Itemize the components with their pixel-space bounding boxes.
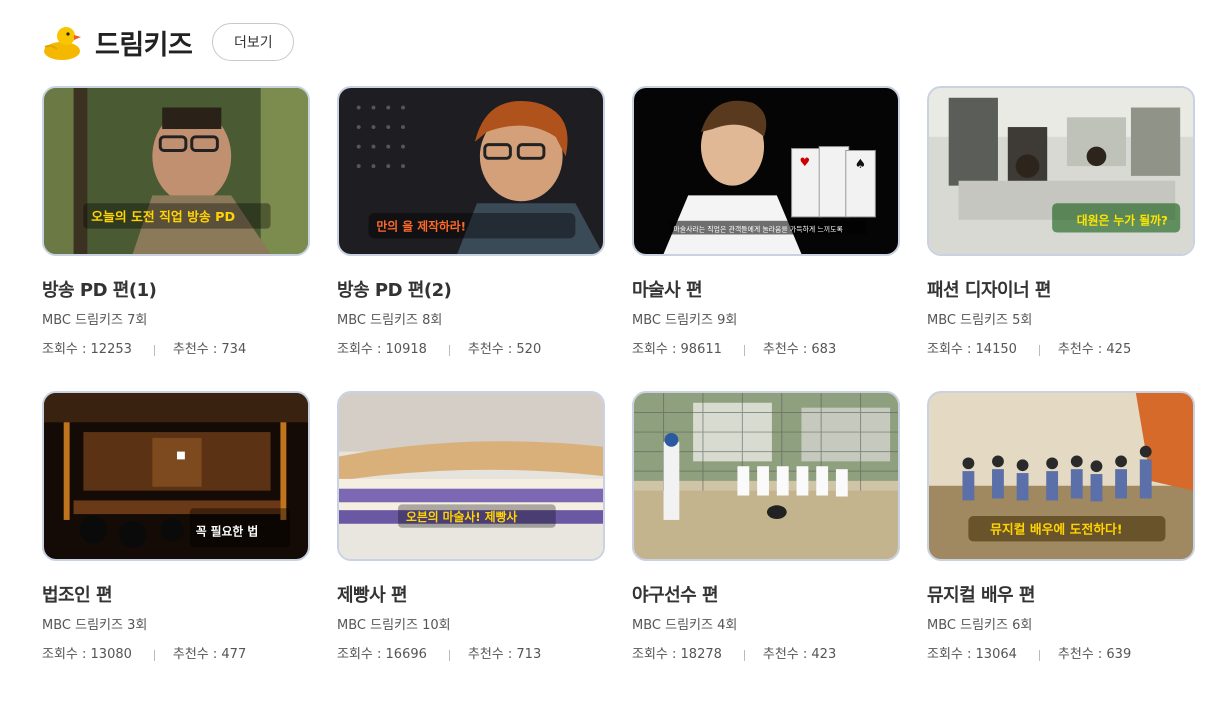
like-count: 추천수 : 734 [172, 342, 247, 357]
video-card[interactable]: 오븐의 마술사! 제빵사 제빵사 편 MBC 드림키즈 10회 조회수 : 16… [337, 391, 605, 666]
view-count: 조회수 : 13064 [927, 647, 1017, 662]
video-episode: MBC 드림키즈 8회 [337, 313, 443, 328]
stat-divider [1038, 344, 1040, 356]
view-count: 조회수 : 10918 [337, 342, 427, 357]
view-count: 조회수 : 14150 [927, 342, 1017, 357]
video-stats: 조회수 : 13080 추천수 : 477 [42, 646, 310, 664]
like-count: 추천수 : 520 [467, 342, 542, 357]
view-count: 조회수 : 18278 [632, 647, 722, 662]
stat-divider [1038, 649, 1040, 661]
video-thumbnail[interactable]: 오븐의 마술사! 제빵사 [337, 391, 605, 561]
thumbnail-caption: 마술사라는 직업은 관객들에게 놀라움을 가득하게 느끼도록 [673, 225, 842, 234]
view-count: 조회수 : 13080 [42, 647, 132, 662]
stat-divider [153, 344, 155, 356]
video-thumbnail[interactable]: 오늘의 도전 직업 방송 PD [42, 86, 310, 256]
like-count: 추천수 : 477 [172, 647, 247, 662]
video-stats: 조회수 : 14150 추천수 : 425 [927, 341, 1195, 359]
video-stats: 조회수 : 10918 추천수 : 520 [337, 341, 605, 359]
more-button[interactable]: 더보기 [212, 23, 295, 61]
video-episode: MBC 드림키즈 9회 [632, 313, 738, 328]
video-stats: 조회수 : 13064 추천수 : 639 [927, 646, 1195, 664]
video-title[interactable]: 방송 PD 편(1) [42, 279, 310, 303]
section-header: 드림키즈 더보기 [41, 22, 295, 62]
stat-divider [743, 344, 745, 356]
video-title[interactable]: 패션 디자이너 편 [927, 279, 1195, 303]
like-count: 추천수 : 425 [1057, 342, 1132, 357]
video-title[interactable]: 야구선수 편 [632, 584, 900, 608]
video-title[interactable]: 뮤지컬 배우 편 [927, 584, 1195, 608]
video-thumbnail[interactable]: 뮤지컬 배우에 도전하다! [927, 391, 1195, 561]
stat-divider [448, 649, 450, 661]
video-card[interactable]: 대원은 누가 될까? 패션 디자이너 편 MBC 드림키즈 5회 조회수 : 1… [927, 86, 1195, 361]
thumbnail-caption: 꼭 필요한 법 [196, 525, 259, 539]
view-count: 조회수 : 98611 [632, 342, 722, 357]
video-thumbnail[interactable]: 만의 을 제작하라! [337, 86, 605, 256]
video-card[interactable]: ♥ ♠ 마술사라는 직업은 관객들에게 놀라움을 가득하게 느끼도록 마술사 편… [632, 86, 900, 361]
video-episode: MBC 드림키즈 4회 [632, 618, 738, 633]
video-episode: MBC 드림키즈 5회 [927, 313, 1033, 328]
video-stats: 조회수 : 12253 추천수 : 734 [42, 341, 310, 359]
video-episode: MBC 드림키즈 6회 [927, 618, 1033, 633]
like-count: 추천수 : 423 [762, 647, 837, 662]
like-count: 추천수 : 639 [1057, 647, 1132, 662]
video-thumbnail[interactable]: ♥ ♠ 마술사라는 직업은 관객들에게 놀라움을 가득하게 느끼도록 [632, 86, 900, 256]
video-episode: MBC 드림키즈 3회 [42, 618, 148, 633]
video-title[interactable]: 제빵사 편 [337, 584, 605, 608]
thumbnail-caption: 뮤지컬 배우에 도전하다! [990, 522, 1123, 538]
video-grid: 오늘의 도전 직업 방송 PD 방송 PD 편(1) MBC 드림키즈 7회 조… [42, 86, 1195, 666]
video-stats: 조회수 : 98611 추천수 : 683 [632, 341, 900, 359]
stat-divider [448, 344, 450, 356]
video-card[interactable]: 야구선수 편 MBC 드림키즈 4회 조회수 : 18278 추천수 : 423 [632, 391, 900, 666]
video-episode: MBC 드림키즈 7회 [42, 313, 148, 328]
stat-divider [153, 649, 155, 661]
section-title: 드림키즈 [95, 29, 193, 61]
video-card[interactable]: 오늘의 도전 직업 방송 PD 방송 PD 편(1) MBC 드림키즈 7회 조… [42, 86, 310, 361]
video-title[interactable]: 마술사 편 [632, 279, 900, 303]
stat-divider [743, 649, 745, 661]
video-stats: 조회수 : 16696 추천수 : 713 [337, 646, 605, 664]
like-count: 추천수 : 713 [467, 647, 542, 662]
thumbnail-caption: 만의 을 제작하라! [376, 220, 466, 234]
video-thumbnail[interactable] [632, 391, 900, 561]
video-title[interactable]: 법조인 편 [42, 584, 310, 608]
svg-text:♥: ♥ [799, 155, 810, 169]
video-stats: 조회수 : 18278 추천수 : 423 [632, 646, 900, 664]
view-count: 조회수 : 12253 [42, 342, 132, 357]
video-card[interactable]: 꼭 필요한 법 법조인 편 MBC 드림키즈 3회 조회수 : 13080 추천… [42, 391, 310, 666]
thumbnail-caption: 오늘의 도전 직업 방송 PD [91, 209, 235, 225]
like-count: 추천수 : 683 [762, 342, 837, 357]
thumbnail-caption: 대원은 누가 될까? [1077, 214, 1168, 228]
thumbnail-caption: 오븐의 마술사! 제빵사 [406, 510, 518, 524]
rubber-duck-icon [41, 22, 81, 62]
video-title[interactable]: 방송 PD 편(2) [337, 279, 605, 303]
video-thumbnail[interactable]: 꼭 필요한 법 [42, 391, 310, 561]
video-thumbnail[interactable]: 대원은 누가 될까? [927, 86, 1195, 256]
video-card[interactable]: 뮤지컬 배우에 도전하다! 뮤지컬 배우 편 MBC 드림키즈 6회 조회수 :… [927, 391, 1195, 666]
video-episode: MBC 드림키즈 10회 [337, 618, 451, 633]
video-card[interactable]: 만의 을 제작하라! 방송 PD 편(2) MBC 드림키즈 8회 조회수 : … [337, 86, 605, 361]
svg-text:♠: ♠ [855, 157, 866, 172]
view-count: 조회수 : 16696 [337, 647, 427, 662]
